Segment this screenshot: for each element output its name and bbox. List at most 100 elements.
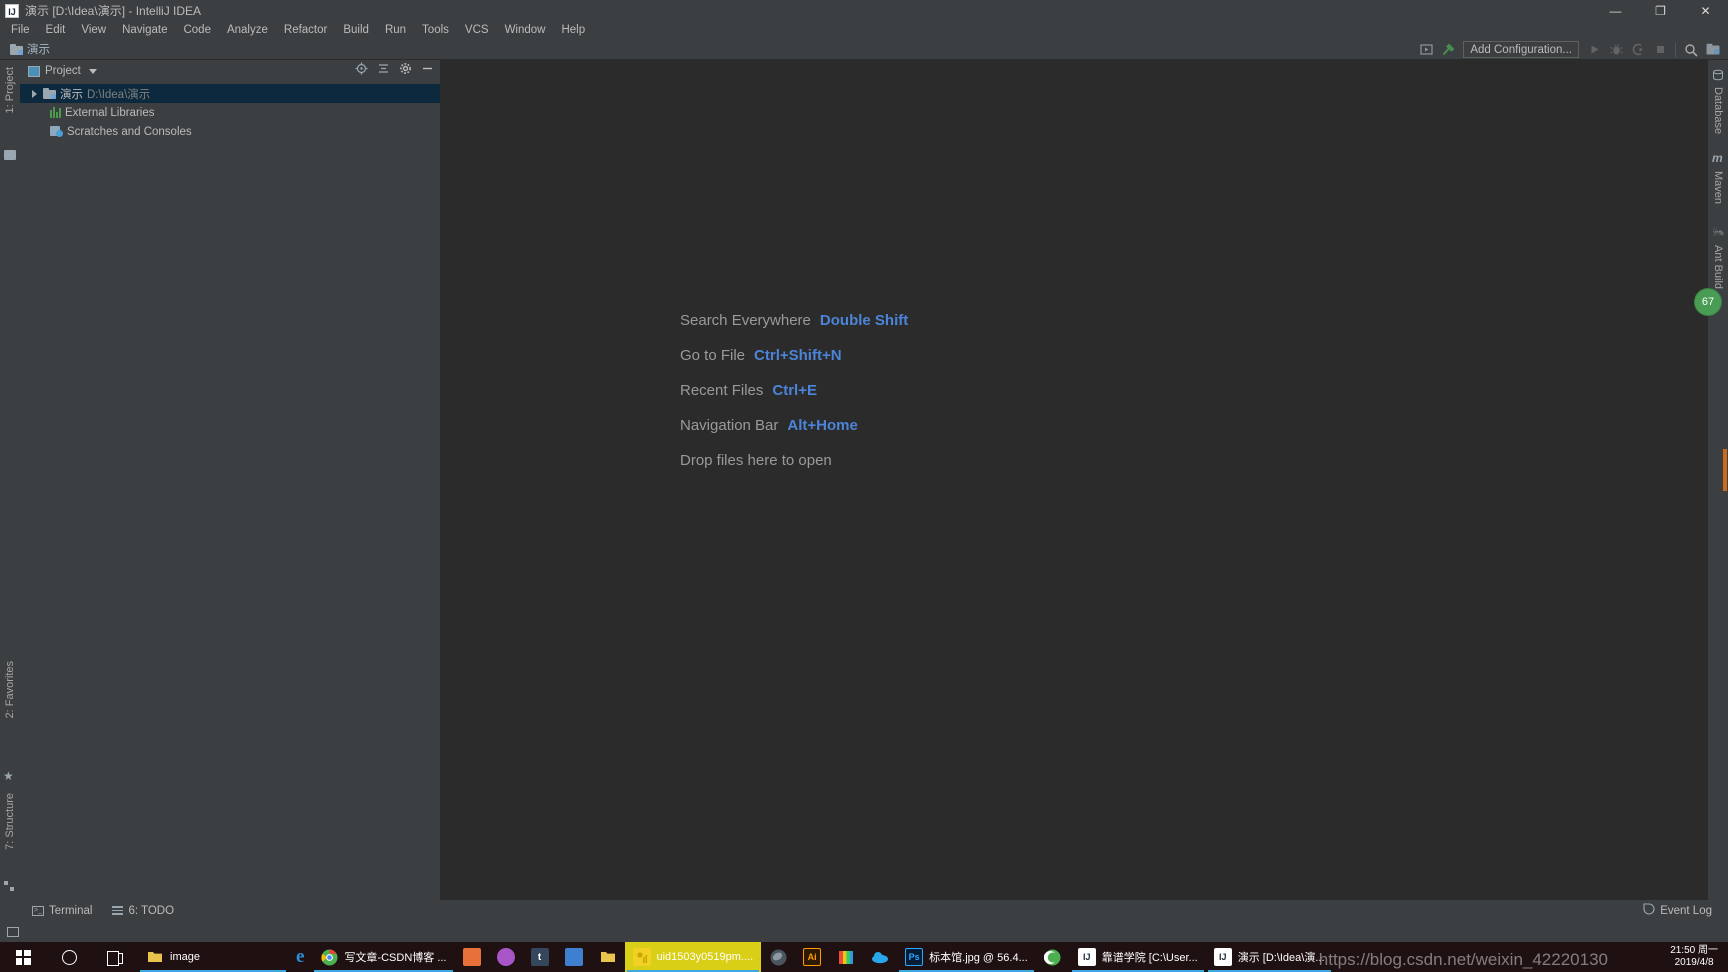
circle-icon bbox=[61, 949, 77, 965]
chevron-down-icon[interactable] bbox=[88, 68, 97, 74]
sidebar-item-ant-build-label: Ant Build bbox=[1712, 245, 1724, 290]
menu-analyze[interactable]: Analyze bbox=[219, 21, 276, 39]
stop-icon[interactable] bbox=[1649, 40, 1671, 60]
project-tree: 演示 D:\Idea\演示 External Libraries Scratch… bbox=[20, 82, 440, 141]
inspections-badge[interactable]: 67 bbox=[1694, 288, 1722, 316]
menu-run[interactable]: Run bbox=[377, 21, 414, 39]
menu-vcs[interactable]: VCS bbox=[457, 21, 497, 39]
close-button[interactable]: ✕ bbox=[1683, 0, 1728, 21]
debug-icon[interactable] bbox=[1605, 40, 1627, 60]
module-folder-icon bbox=[10, 43, 23, 55]
sidebar-item-maven[interactable]: Maven bbox=[1708, 168, 1728, 207]
project-panel-title-label: Project bbox=[45, 65, 81, 77]
task-view-icon bbox=[107, 950, 123, 966]
add-configuration-button[interactable]: Add Configuration... bbox=[1463, 41, 1579, 58]
taskbar-item-explorer[interactable] bbox=[591, 942, 625, 972]
minimize-button[interactable]: — bbox=[1593, 0, 1638, 21]
sidebar-item-structure[interactable]: 7: Structure bbox=[0, 790, 20, 853]
app-orange-icon bbox=[462, 948, 481, 966]
taskbar-item-media[interactable]: uid1503y0519pm.... bbox=[624, 942, 762, 972]
run-coverage-icon[interactable] bbox=[1627, 40, 1649, 60]
hide-panel-icon[interactable] bbox=[421, 62, 434, 80]
taskbar-item-intellij-yanshi[interactable]: IJ 演示 [D:\Idea\演... bbox=[1206, 942, 1333, 972]
locate-icon[interactable] bbox=[355, 62, 368, 80]
menu-build[interactable]: Build bbox=[335, 21, 377, 39]
module-folder-icon bbox=[43, 88, 56, 99]
status-terminal[interactable]: >_ Terminal bbox=[22, 905, 102, 917]
run-icon[interactable] bbox=[1583, 40, 1605, 60]
breadcrumb[interactable]: 演示 bbox=[10, 41, 50, 57]
start-button[interactable] bbox=[0, 942, 46, 972]
taskbar-item-intellij-kaopu[interactable]: IJ 靠谱学院 [C:\User... bbox=[1070, 942, 1206, 972]
tree-row[interactable]: 演示 D:\Idea\演示 bbox=[20, 84, 440, 103]
menu-window[interactable]: Window bbox=[497, 21, 554, 39]
taskbar-item-browser-green[interactable] bbox=[1036, 942, 1070, 972]
taskbar-item-chrome[interactable]: 写文章-CSDN博客 ... bbox=[312, 942, 454, 972]
sidebar-item-favorites[interactable]: 2: Favorites bbox=[0, 658, 20, 721]
taskbar-item-edge[interactable]: e bbox=[288, 942, 312, 972]
tree-row-label: Scratches and Consoles bbox=[67, 125, 192, 138]
project-icon bbox=[4, 150, 16, 160]
menu-view[interactable]: View bbox=[73, 21, 114, 39]
hint-label: Go to File bbox=[680, 347, 746, 364]
taskbar-item-app-blue[interactable] bbox=[557, 942, 591, 972]
cortana-search-button[interactable] bbox=[46, 942, 92, 972]
tree-row[interactable]: External Libraries bbox=[20, 103, 440, 122]
sidebar-item-project-label: 1: Project bbox=[4, 67, 16, 114]
sidebar-item-ant-build[interactable]: Ant Build bbox=[1708, 242, 1728, 292]
hint-label: Search Everywhere bbox=[680, 312, 811, 329]
photoshop-icon: Ps bbox=[905, 948, 924, 966]
editor-area[interactable]: Search Everywhere Double Shift Go to Fil… bbox=[442, 60, 1727, 900]
tree-row-label: 演示 bbox=[60, 88, 83, 101]
hint-label: Navigation Bar bbox=[680, 417, 779, 434]
taskbar-item-label: uid1503y0519pm.... bbox=[656, 951, 754, 963]
hint-go-to-file[interactable]: Go to File Ctrl+Shift+N bbox=[680, 347, 908, 364]
tree-row-label: External Libraries bbox=[65, 106, 155, 119]
menu-refactor[interactable]: Refactor bbox=[276, 21, 335, 39]
scrollbar-thumb[interactable] bbox=[1723, 449, 1727, 491]
breadcrumb-label: 演示 bbox=[27, 44, 50, 56]
hint-navigation-bar[interactable]: Navigation Bar Alt+Home bbox=[680, 417, 908, 434]
taskbar-item-notes[interactable] bbox=[829, 942, 863, 972]
taskbar-item-onedrive[interactable] bbox=[863, 942, 897, 972]
menu-navigate[interactable]: Navigate bbox=[114, 21, 175, 39]
menu-code[interactable]: Code bbox=[175, 21, 219, 39]
menu-edit[interactable]: Edit bbox=[38, 21, 74, 39]
select-in-icon[interactable] bbox=[1415, 40, 1437, 60]
sidebar-item-project[interactable]: 1: Project bbox=[0, 64, 20, 116]
taskbar-item-app-purple[interactable] bbox=[489, 942, 523, 972]
menu-bar: File Edit View Navigate Code Analyze Ref… bbox=[0, 21, 1728, 39]
taskbar-item-cinema4d[interactable] bbox=[761, 942, 795, 972]
hint-search-everywhere[interactable]: Search Everywhere Double Shift bbox=[680, 312, 908, 329]
taskbar-item-tumblr[interactable]: t bbox=[523, 942, 557, 972]
taskbar-item-illustrator[interactable]: Ai bbox=[795, 942, 829, 972]
collapse-all-icon[interactable] bbox=[377, 62, 390, 80]
sidebar-item-database[interactable]: Database bbox=[1708, 84, 1728, 137]
tumblr-icon: t bbox=[530, 948, 549, 966]
status-todo[interactable]: 6: TODO bbox=[102, 905, 184, 917]
maximize-button[interactable]: ❐ bbox=[1638, 0, 1683, 21]
event-log-icon bbox=[1643, 903, 1655, 918]
status-event-log[interactable]: Event Log bbox=[1633, 903, 1722, 918]
taskbar-item-photoshop[interactable]: Ps 标本馆.jpg @ 56.4... bbox=[897, 942, 1036, 972]
menu-help[interactable]: Help bbox=[553, 21, 593, 39]
menu-file[interactable]: File bbox=[3, 21, 38, 39]
taskbar-item-image[interactable]: image bbox=[138, 942, 288, 972]
sidebar-item-structure-label: 7: Structure bbox=[4, 793, 16, 850]
taskbar-clock[interactable]: 21:50 周一 2019/4/8 bbox=[1660, 942, 1728, 972]
hint-recent-files[interactable]: Recent Files Ctrl+E bbox=[680, 382, 908, 399]
tree-row[interactable]: Scratches and Consoles bbox=[20, 122, 440, 141]
settings-gear-icon[interactable] bbox=[399, 62, 412, 80]
windows-taskbar: image e 写文章-CSDN博客 ... t uid1503y0519pm.… bbox=[0, 942, 1728, 972]
taskbar-item-app-orange[interactable] bbox=[455, 942, 489, 972]
task-view-button[interactable] bbox=[92, 942, 138, 972]
chevron-right-icon[interactable] bbox=[32, 89, 37, 98]
search-icon[interactable] bbox=[1680, 40, 1702, 60]
hammer-icon[interactable] bbox=[1437, 40, 1459, 60]
menu-tools[interactable]: Tools bbox=[414, 21, 457, 39]
maven-icon: m bbox=[1712, 151, 1723, 165]
project-structure-icon[interactable] bbox=[1702, 40, 1724, 60]
minimize-all-icon[interactable] bbox=[7, 926, 19, 937]
project-panel-title[interactable]: Project bbox=[28, 65, 97, 77]
taskbar-item-label: 演示 [D:\Idea\演... bbox=[1237, 952, 1325, 964]
